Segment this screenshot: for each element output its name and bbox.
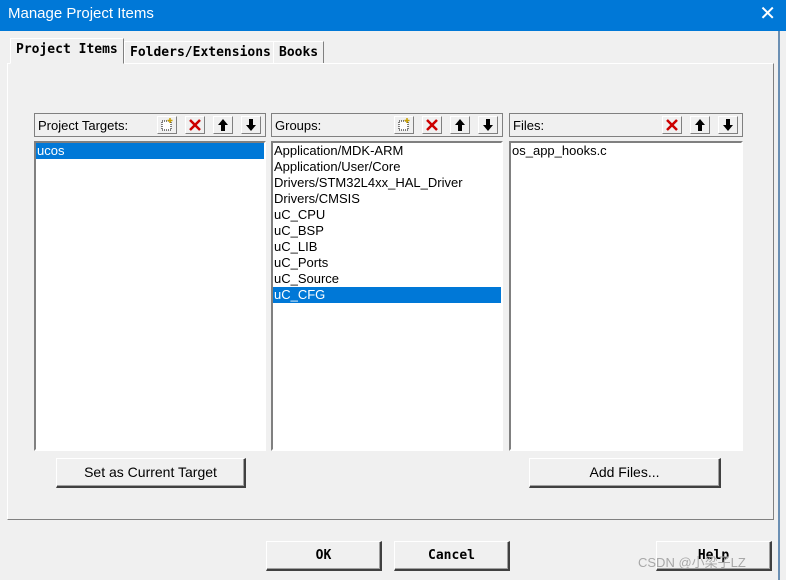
arrow-down-icon bbox=[246, 119, 256, 131]
move-file-down-button[interactable] bbox=[718, 116, 738, 134]
new-item-icon bbox=[161, 118, 173, 131]
cancel-button[interactable]: Cancel bbox=[394, 541, 510, 571]
arrow-down-icon bbox=[483, 119, 493, 131]
set-current-target-button[interactable]: Set as Current Target bbox=[56, 458, 246, 488]
window-title: Manage Project Items bbox=[8, 5, 154, 22]
watermark: CSDN @小梁子LZ bbox=[638, 555, 746, 570]
close-icon[interactable]: ✕ bbox=[759, 3, 776, 25]
list-item[interactable]: Application/MDK-ARM bbox=[273, 143, 501, 159]
list-item[interactable]: ucos bbox=[36, 143, 264, 159]
delete-target-button[interactable] bbox=[185, 116, 205, 134]
list-item[interactable]: Drivers/STM32L4xx_HAL_Driver bbox=[273, 175, 501, 191]
targets-list[interactable]: ucos bbox=[34, 141, 266, 451]
ok-button[interactable]: OK bbox=[266, 541, 382, 571]
tab-project-items[interactable]: Project Items bbox=[10, 38, 124, 64]
delete-x-icon bbox=[426, 119, 438, 131]
move-group-up-button[interactable] bbox=[450, 116, 470, 134]
files-list[interactable]: os_app_hooks.c bbox=[509, 141, 743, 451]
new-item-icon bbox=[398, 118, 410, 131]
list-item[interactable]: uC_LIB bbox=[273, 239, 501, 255]
move-target-down-button[interactable] bbox=[241, 116, 261, 134]
list-item[interactable]: uC_CPU bbox=[273, 207, 501, 223]
new-group-button[interactable] bbox=[394, 116, 414, 134]
delete-group-button[interactable] bbox=[422, 116, 442, 134]
delete-x-icon bbox=[666, 119, 678, 131]
title-bar: Manage Project Items ✕ bbox=[0, 0, 786, 31]
files-header: Files: bbox=[509, 113, 743, 137]
groups-header: Groups: bbox=[271, 113, 503, 137]
arrow-down-icon bbox=[723, 119, 733, 131]
files-label: Files: bbox=[513, 118, 545, 133]
move-file-up-button[interactable] bbox=[690, 116, 710, 134]
move-group-down-button[interactable] bbox=[478, 116, 498, 134]
arrow-up-icon bbox=[218, 119, 228, 131]
delete-file-button[interactable] bbox=[662, 116, 682, 134]
targets-label: Project Targets: bbox=[38, 118, 129, 133]
move-target-up-button[interactable] bbox=[213, 116, 233, 134]
list-item[interactable]: Drivers/CMSIS bbox=[273, 191, 501, 207]
targets-header: Project Targets: bbox=[34, 113, 266, 137]
delete-x-icon bbox=[189, 119, 201, 131]
groups-list[interactable]: Application/MDK-ARM Application/User/Cor… bbox=[271, 141, 503, 451]
list-item[interactable]: uC_BSP bbox=[273, 223, 501, 239]
tab-folders-extensions[interactable]: Folders/Extensions bbox=[124, 41, 277, 63]
arrow-up-icon bbox=[455, 119, 465, 131]
arrow-up-icon bbox=[695, 119, 705, 131]
add-files-button[interactable]: Add Files... bbox=[529, 458, 721, 488]
list-item[interactable]: uC_Source bbox=[273, 271, 501, 287]
list-item[interactable]: Application/User/Core bbox=[273, 159, 501, 175]
groups-label: Groups: bbox=[275, 118, 322, 133]
new-target-button[interactable] bbox=[157, 116, 177, 134]
list-item[interactable]: uC_CFG bbox=[273, 287, 501, 303]
list-item[interactable]: uC_Ports bbox=[273, 255, 501, 271]
list-item[interactable]: os_app_hooks.c bbox=[511, 143, 741, 159]
tab-books[interactable]: Books bbox=[273, 41, 325, 63]
